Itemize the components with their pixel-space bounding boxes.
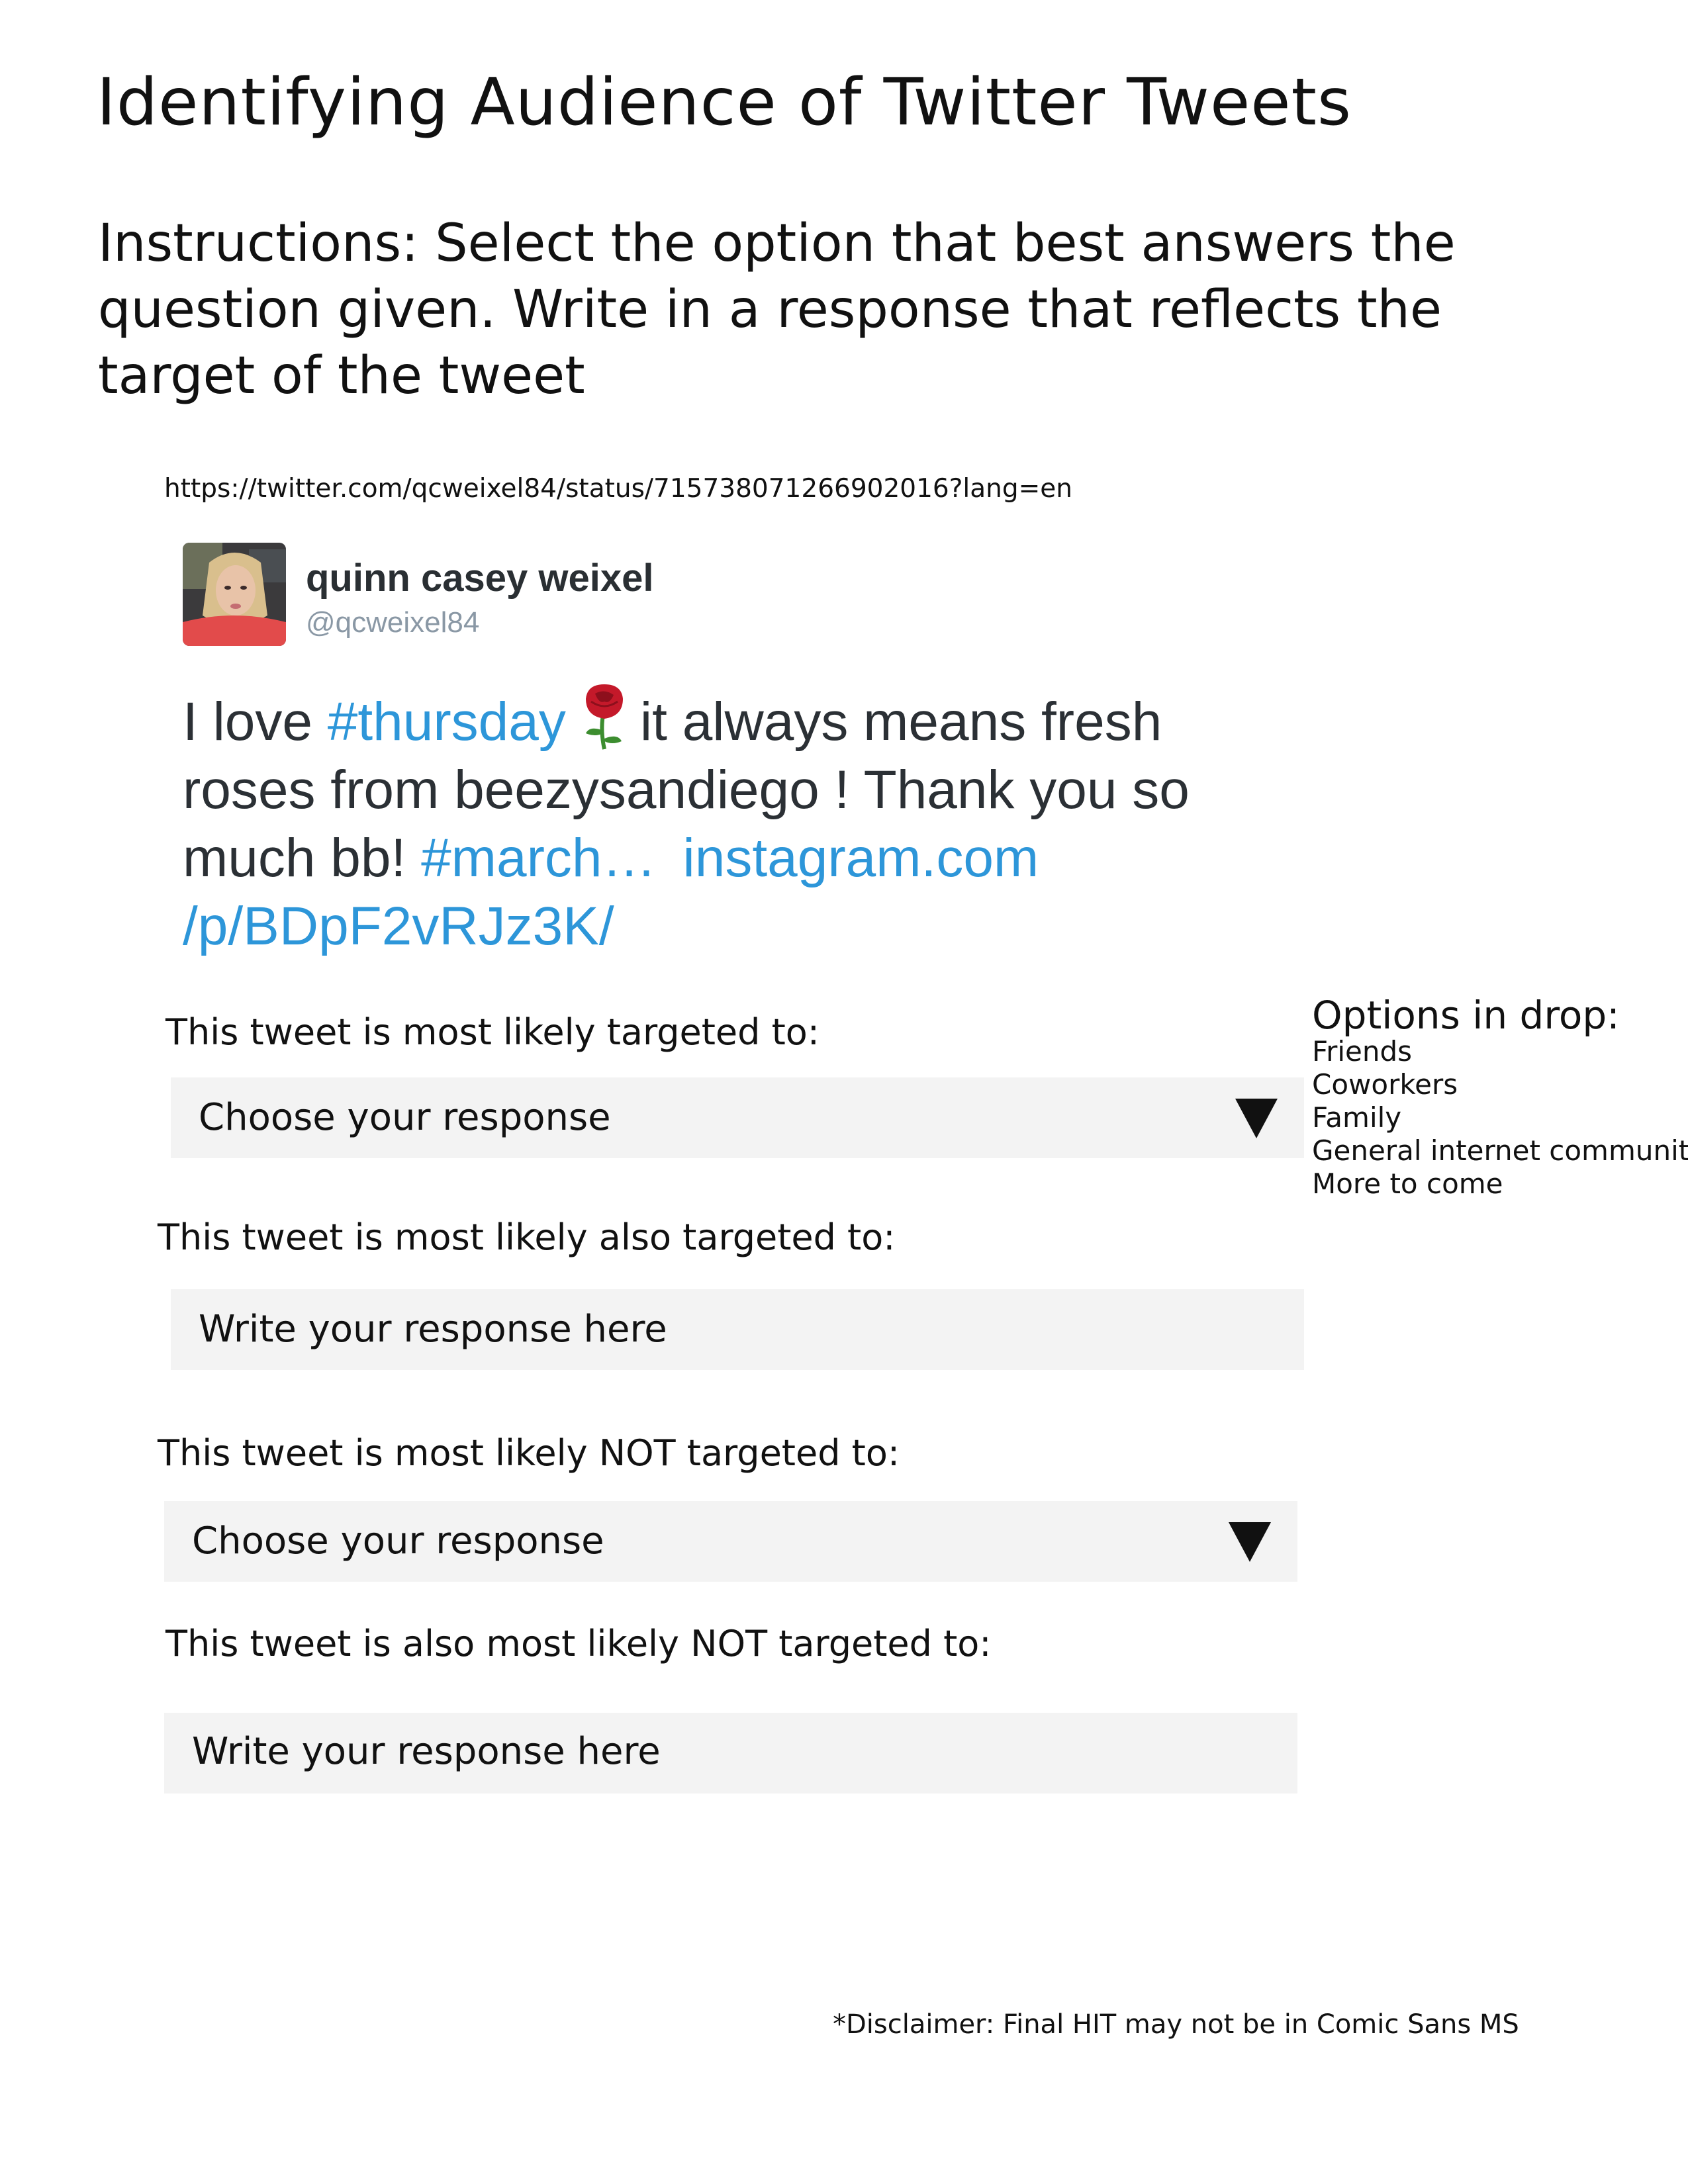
- tweet-author-handle[interactable]: @qcweixel84: [306, 606, 479, 639]
- question-3-label: This tweet is most likely NOT targeted t…: [158, 1432, 900, 1474]
- dropdown-value: Choose your response: [192, 1520, 604, 1563]
- dropdown-options-title: Options in drop:: [1312, 993, 1620, 1038]
- instagram-link-path[interactable]: /p/BDpF2vRJz3K/: [183, 892, 1308, 960]
- disclaimer-text: *Disclaimer: Final HIT may not be in Com…: [833, 2009, 1519, 2040]
- option-item: Family: [1312, 1101, 1402, 1134]
- tweet-url: https://twitter.com/qcweixel84/status/71…: [164, 474, 1072, 504]
- dropdown-arrow-icon[interactable]: [1229, 1522, 1271, 1562]
- tweet-text-segment: it always means fresh: [639, 692, 1162, 752]
- dropdown-arrow-icon[interactable]: [1235, 1099, 1278, 1138]
- input-placeholder: Write your response here: [192, 1730, 661, 1773]
- question-1-dropdown[interactable]: Choose your response: [171, 1077, 1304, 1158]
- instagram-link[interactable]: instagram.com: [683, 828, 1039, 888]
- option-item: General internet community: [1312, 1134, 1688, 1167]
- tweet-author-name[interactable]: quinn casey weixel: [306, 556, 653, 600]
- question-1-label: This tweet is most likely targeted to:: [165, 1011, 820, 1053]
- page-title: Identifying Audience of Twitter Tweets: [97, 65, 1352, 140]
- dropdown-options-list: Friends Coworkers Family General interne…: [1312, 1035, 1688, 1201]
- hashtag-link[interactable]: #march…: [421, 828, 656, 888]
- question-2-text-input[interactable]: Write your response here: [171, 1289, 1304, 1370]
- instructions-text: Instructions: Select the option that bes…: [98, 214, 1456, 406]
- option-item: More to come: [1312, 1167, 1503, 1200]
- tweet-text-segment: roses from beezysandiego ! Thank you so: [183, 760, 1190, 820]
- question-4-text-input[interactable]: Write your response here: [164, 1713, 1297, 1794]
- tweet-text-segment: much bb!: [183, 828, 422, 888]
- option-item: Coworkers: [1312, 1068, 1458, 1101]
- option-item: Friends: [1312, 1035, 1413, 1068]
- tweet-text-segment: I love: [183, 692, 328, 752]
- avatar-photo: [183, 543, 286, 646]
- tweet-text: I love #thursday it always means fresh r…: [183, 682, 1308, 960]
- input-placeholder: Write your response here: [199, 1308, 667, 1351]
- dropdown-value: Choose your response: [199, 1096, 611, 1139]
- avatar: [183, 543, 286, 646]
- hashtag-link[interactable]: #thursday: [328, 692, 566, 752]
- rose-emoji-icon: [578, 682, 631, 751]
- question-4-label: This tweet is also most likely NOT targe…: [165, 1623, 992, 1664]
- question-2-label: This tweet is most likely also targeted …: [158, 1216, 896, 1258]
- question-3-dropdown[interactable]: Choose your response: [164, 1501, 1297, 1582]
